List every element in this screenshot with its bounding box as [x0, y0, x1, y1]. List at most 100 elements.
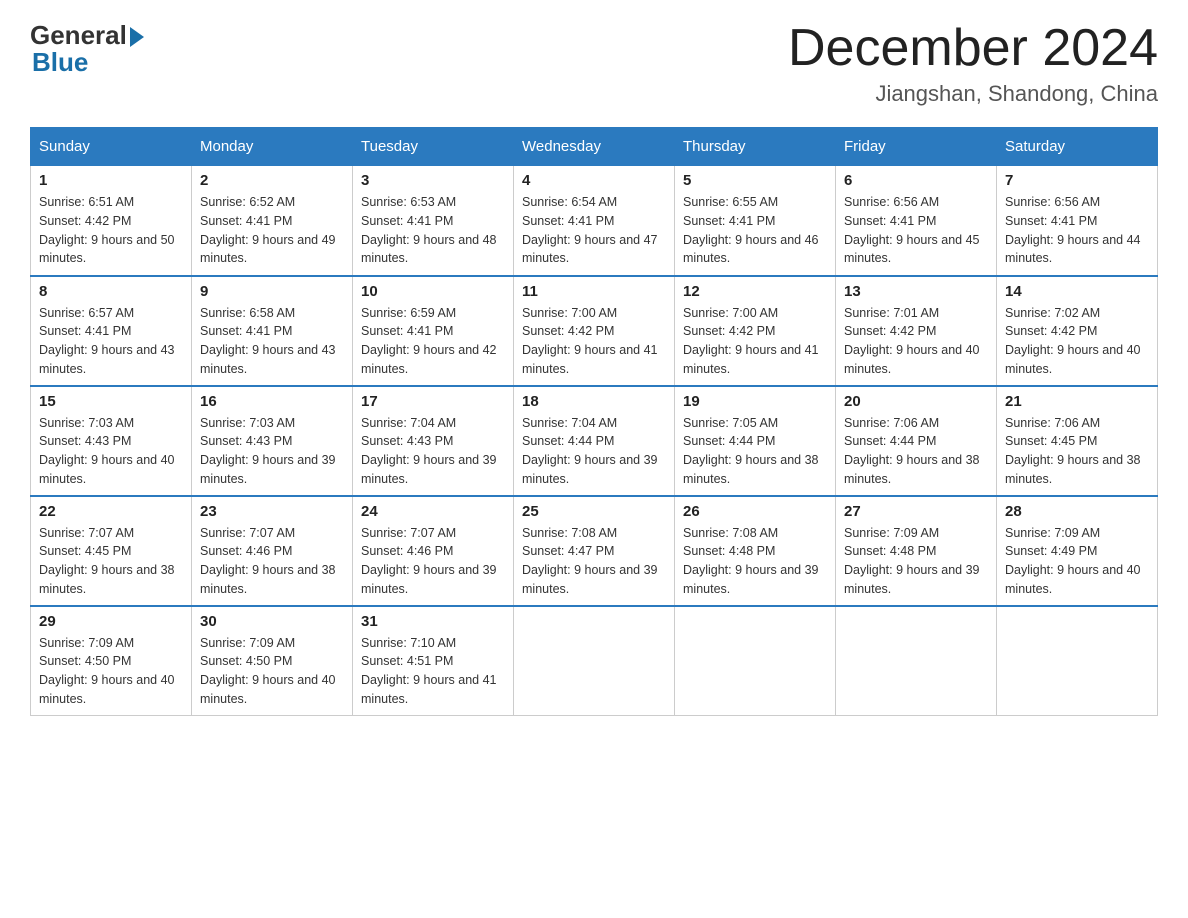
calendar-cell: [997, 606, 1158, 716]
calendar-cell: 11 Sunrise: 7:00 AM Sunset: 4:42 PM Dayl…: [514, 276, 675, 386]
calendar-cell: 22 Sunrise: 7:07 AM Sunset: 4:45 PM Dayl…: [31, 496, 192, 606]
day-number: 7: [1005, 172, 1149, 189]
calendar-cell: 28 Sunrise: 7:09 AM Sunset: 4:49 PM Dayl…: [997, 496, 1158, 606]
day-number: 11: [522, 283, 666, 300]
page-header: General Blue December 2024 Jiangshan, Sh…: [30, 20, 1158, 107]
calendar-cell: 29 Sunrise: 7:09 AM Sunset: 4:50 PM Dayl…: [31, 606, 192, 716]
week-row-4: 22 Sunrise: 7:07 AM Sunset: 4:45 PM Dayl…: [31, 496, 1158, 606]
calendar-cell: 14 Sunrise: 7:02 AM Sunset: 4:42 PM Dayl…: [997, 276, 1158, 386]
day-info: Sunrise: 6:54 AM Sunset: 4:41 PM Dayligh…: [522, 193, 666, 268]
title-block: December 2024 Jiangshan, Shandong, China: [788, 20, 1158, 107]
calendar-cell: 25 Sunrise: 7:08 AM Sunset: 4:47 PM Dayl…: [514, 496, 675, 606]
calendar-cell: 5 Sunrise: 6:55 AM Sunset: 4:41 PM Dayli…: [675, 166, 836, 276]
calendar-cell: 8 Sunrise: 6:57 AM Sunset: 4:41 PM Dayli…: [31, 276, 192, 386]
day-info: Sunrise: 6:53 AM Sunset: 4:41 PM Dayligh…: [361, 193, 505, 268]
logo: General Blue: [30, 20, 144, 78]
calendar-cell: 4 Sunrise: 6:54 AM Sunset: 4:41 PM Dayli…: [514, 166, 675, 276]
calendar-table: SundayMondayTuesdayWednesdayThursdayFrid…: [30, 127, 1158, 716]
day-number: 4: [522, 172, 666, 189]
calendar-cell: 16 Sunrise: 7:03 AM Sunset: 4:43 PM Dayl…: [192, 386, 353, 496]
day-number: 21: [1005, 393, 1149, 410]
day-number: 27: [844, 503, 988, 520]
calendar-cell: 27 Sunrise: 7:09 AM Sunset: 4:48 PM Dayl…: [836, 496, 997, 606]
day-number: 17: [361, 393, 505, 410]
day-number: 29: [39, 613, 183, 630]
calendar-cell: 15 Sunrise: 7:03 AM Sunset: 4:43 PM Dayl…: [31, 386, 192, 496]
header-tuesday: Tuesday: [353, 128, 514, 166]
day-info: Sunrise: 6:56 AM Sunset: 4:41 PM Dayligh…: [1005, 193, 1149, 268]
day-info: Sunrise: 7:03 AM Sunset: 4:43 PM Dayligh…: [200, 414, 344, 489]
day-number: 28: [1005, 503, 1149, 520]
day-info: Sunrise: 7:08 AM Sunset: 4:47 PM Dayligh…: [522, 524, 666, 599]
day-info: Sunrise: 7:05 AM Sunset: 4:44 PM Dayligh…: [683, 414, 827, 489]
calendar-cell: 6 Sunrise: 6:56 AM Sunset: 4:41 PM Dayli…: [836, 166, 997, 276]
day-number: 26: [683, 503, 827, 520]
day-number: 10: [361, 283, 505, 300]
day-info: Sunrise: 6:59 AM Sunset: 4:41 PM Dayligh…: [361, 304, 505, 379]
day-number: 5: [683, 172, 827, 189]
day-info: Sunrise: 7:06 AM Sunset: 4:45 PM Dayligh…: [1005, 414, 1149, 489]
calendar-cell: [514, 606, 675, 716]
week-row-3: 15 Sunrise: 7:03 AM Sunset: 4:43 PM Dayl…: [31, 386, 1158, 496]
calendar-cell: 10 Sunrise: 6:59 AM Sunset: 4:41 PM Dayl…: [353, 276, 514, 386]
day-info: Sunrise: 7:09 AM Sunset: 4:50 PM Dayligh…: [39, 634, 183, 709]
day-info: Sunrise: 7:07 AM Sunset: 4:46 PM Dayligh…: [361, 524, 505, 599]
day-number: 15: [39, 393, 183, 410]
day-info: Sunrise: 7:08 AM Sunset: 4:48 PM Dayligh…: [683, 524, 827, 599]
day-info: Sunrise: 7:07 AM Sunset: 4:46 PM Dayligh…: [200, 524, 344, 599]
day-info: Sunrise: 6:55 AM Sunset: 4:41 PM Dayligh…: [683, 193, 827, 268]
header-saturday: Saturday: [997, 128, 1158, 166]
calendar-cell: 9 Sunrise: 6:58 AM Sunset: 4:41 PM Dayli…: [192, 276, 353, 386]
calendar-cell: 1 Sunrise: 6:51 AM Sunset: 4:42 PM Dayli…: [31, 166, 192, 276]
day-number: 13: [844, 283, 988, 300]
day-info: Sunrise: 7:00 AM Sunset: 4:42 PM Dayligh…: [683, 304, 827, 379]
header-row: SundayMondayTuesdayWednesdayThursdayFrid…: [31, 128, 1158, 166]
day-number: 23: [200, 503, 344, 520]
day-number: 2: [200, 172, 344, 189]
calendar-cell: 21 Sunrise: 7:06 AM Sunset: 4:45 PM Dayl…: [997, 386, 1158, 496]
calendar-cell: 31 Sunrise: 7:10 AM Sunset: 4:51 PM Dayl…: [353, 606, 514, 716]
day-number: 9: [200, 283, 344, 300]
day-info: Sunrise: 7:04 AM Sunset: 4:44 PM Dayligh…: [522, 414, 666, 489]
day-number: 1: [39, 172, 183, 189]
day-info: Sunrise: 6:52 AM Sunset: 4:41 PM Dayligh…: [200, 193, 344, 268]
day-info: Sunrise: 6:56 AM Sunset: 4:41 PM Dayligh…: [844, 193, 988, 268]
location: Jiangshan, Shandong, China: [788, 81, 1158, 107]
calendar-cell: [675, 606, 836, 716]
calendar-cell: 30 Sunrise: 7:09 AM Sunset: 4:50 PM Dayl…: [192, 606, 353, 716]
calendar-cell: 24 Sunrise: 7:07 AM Sunset: 4:46 PM Dayl…: [353, 496, 514, 606]
calendar-cell: 3 Sunrise: 6:53 AM Sunset: 4:41 PM Dayli…: [353, 166, 514, 276]
day-info: Sunrise: 7:03 AM Sunset: 4:43 PM Dayligh…: [39, 414, 183, 489]
day-info: Sunrise: 7:06 AM Sunset: 4:44 PM Dayligh…: [844, 414, 988, 489]
day-info: Sunrise: 7:07 AM Sunset: 4:45 PM Dayligh…: [39, 524, 183, 599]
day-info: Sunrise: 7:04 AM Sunset: 4:43 PM Dayligh…: [361, 414, 505, 489]
calendar-cell: 17 Sunrise: 7:04 AM Sunset: 4:43 PM Dayl…: [353, 386, 514, 496]
calendar-cell: 23 Sunrise: 7:07 AM Sunset: 4:46 PM Dayl…: [192, 496, 353, 606]
day-number: 31: [361, 613, 505, 630]
day-number: 3: [361, 172, 505, 189]
calendar-cell: 20 Sunrise: 7:06 AM Sunset: 4:44 PM Dayl…: [836, 386, 997, 496]
month-title: December 2024: [788, 20, 1158, 77]
calendar-cell: 26 Sunrise: 7:08 AM Sunset: 4:48 PM Dayl…: [675, 496, 836, 606]
day-number: 22: [39, 503, 183, 520]
calendar-cell: 2 Sunrise: 6:52 AM Sunset: 4:41 PM Dayli…: [192, 166, 353, 276]
calendar-cell: 13 Sunrise: 7:01 AM Sunset: 4:42 PM Dayl…: [836, 276, 997, 386]
day-info: Sunrise: 6:57 AM Sunset: 4:41 PM Dayligh…: [39, 304, 183, 379]
week-row-5: 29 Sunrise: 7:09 AM Sunset: 4:50 PM Dayl…: [31, 606, 1158, 716]
day-number: 14: [1005, 283, 1149, 300]
header-monday: Monday: [192, 128, 353, 166]
day-info: Sunrise: 7:02 AM Sunset: 4:42 PM Dayligh…: [1005, 304, 1149, 379]
day-number: 16: [200, 393, 344, 410]
day-number: 12: [683, 283, 827, 300]
calendar-cell: [836, 606, 997, 716]
day-number: 6: [844, 172, 988, 189]
day-number: 25: [522, 503, 666, 520]
day-info: Sunrise: 6:51 AM Sunset: 4:42 PM Dayligh…: [39, 193, 183, 268]
day-number: 19: [683, 393, 827, 410]
calendar-cell: 18 Sunrise: 7:04 AM Sunset: 4:44 PM Dayl…: [514, 386, 675, 496]
logo-triangle-icon: [130, 27, 144, 47]
header-thursday: Thursday: [675, 128, 836, 166]
header-friday: Friday: [836, 128, 997, 166]
day-number: 20: [844, 393, 988, 410]
day-info: Sunrise: 7:01 AM Sunset: 4:42 PM Dayligh…: [844, 304, 988, 379]
